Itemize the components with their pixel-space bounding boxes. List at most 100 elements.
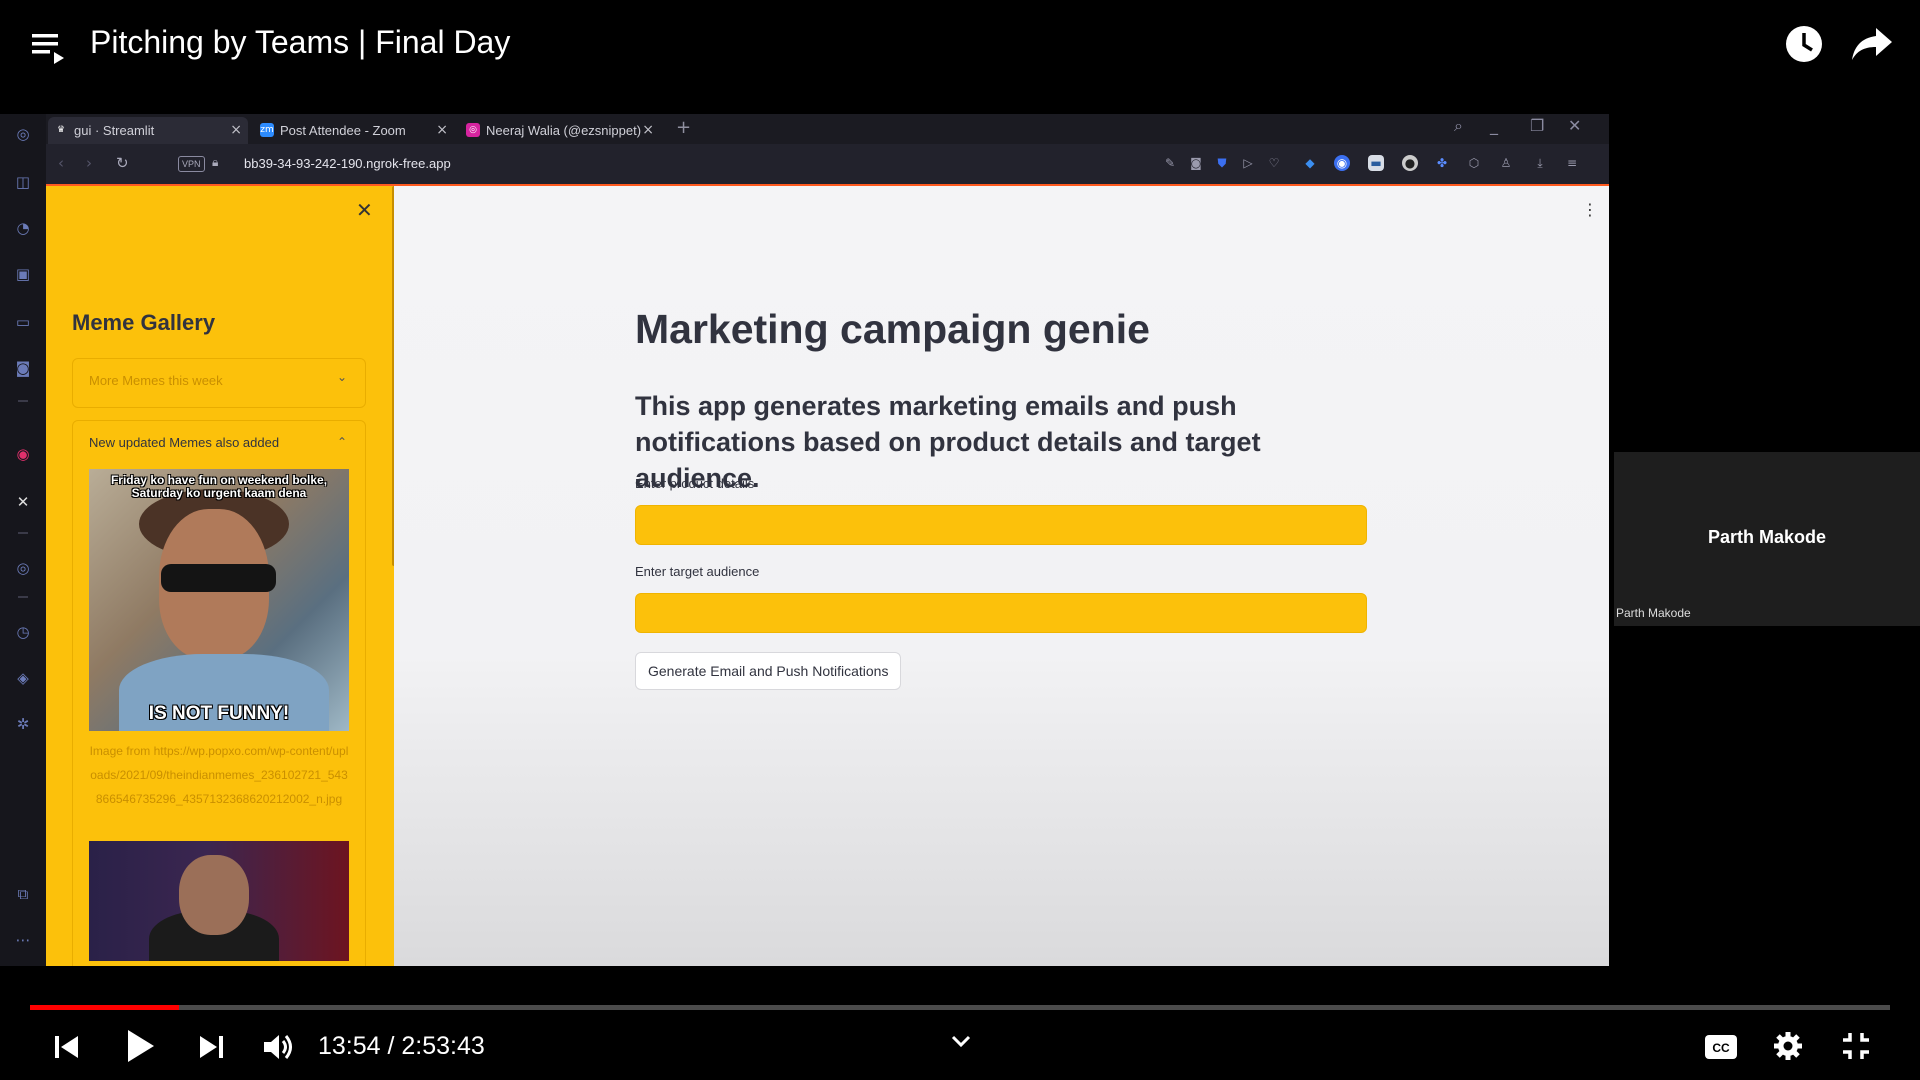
play-icon[interactable] (124, 1028, 156, 1064)
tab-title: Neeraj Walia (@ezsnippet) (486, 123, 642, 138)
watch-later-icon[interactable] (1784, 24, 1824, 64)
volume-icon[interactable] (262, 1032, 296, 1062)
target-audience-label: Enter target audience (635, 564, 760, 579)
camera-icon[interactable]: ◙ (1188, 155, 1204, 171)
profile-icon[interactable]: ♙ (1498, 155, 1514, 171)
extension-window-icon[interactable]: ▬ (1368, 155, 1384, 171)
chevron-down-icon: ⌄ (336, 370, 347, 384)
close-tab-icon[interactable]: × (230, 117, 242, 144)
chevron-down-icon[interactable] (950, 1034, 972, 1048)
extension-puzzle-icon[interactable]: ✤ (1434, 155, 1450, 171)
playlist-icon[interactable] (30, 28, 70, 68)
progress-bar[interactable] (30, 1005, 1890, 1010)
meme-image-2 (89, 841, 349, 961)
gamepad-icon[interactable]: ◫ (13, 172, 33, 192)
meme2-head-shape (179, 855, 249, 935)
back-icon[interactable]: ‹ (58, 154, 64, 172)
tab-zoom[interactable]: zm Post Attendee - Zoom × (254, 117, 454, 144)
chevron-up-icon: ⌃ (336, 435, 347, 449)
next-icon[interactable] (196, 1032, 226, 1062)
speed-dial-icon[interactable]: ◔ (13, 218, 33, 238)
discord-icon[interactable]: ◙ (13, 358, 33, 378)
time-display: 13:54 / 2:53:43 (318, 1032, 485, 1060)
twitch-icon[interactable]: ▭ (13, 312, 33, 332)
bag-icon[interactable]: ▣ (13, 264, 33, 284)
tab-streamlit[interactable]: ♛ gui · Streamlit × (48, 117, 248, 144)
extension-circle-icon[interactable]: ◉ (1334, 155, 1350, 171)
edit-icon[interactable]: ✎ (1162, 155, 1178, 171)
meme-caption: Image from https://wp.popxo.com/wp-conte… (89, 744, 349, 806)
expander-label: New updated Memes also added (89, 435, 280, 450)
expander-more-memes[interactable]: More Memes this week ⌄ (72, 358, 366, 408)
lock-icon[interactable]: 🔒︎ (212, 155, 218, 170)
streamlit-icon: ♛ (54, 123, 68, 137)
shield-icon[interactable]: ⛊ (1214, 155, 1230, 171)
history-icon[interactable]: ◷ (13, 622, 33, 642)
browser-sidebar: ◎ ◫ ◔ ▣ ▭ ◙ ◉ ✕ ◎ ◷ ◈ ✲ ⧉ ⋯ (0, 114, 46, 966)
close-sidebar-icon[interactable]: ✕ (356, 198, 373, 222)
sidebar-title: Meme Gallery (72, 310, 216, 335)
page-title: Marketing campaign genie (635, 306, 1150, 352)
meme-bottom-text: IS NOT FUNNY! (148, 703, 290, 724)
extension-dot-icon[interactable]: ● (1402, 155, 1418, 171)
address-bar: ‹ › ↻ VPN 🔒︎ bb39-34-93-242-190.ngrok-fr… (46, 144, 1609, 184)
instagram-icon[interactable]: ◉ (13, 444, 33, 464)
share-icon[interactable] (1850, 24, 1894, 64)
restore-icon[interactable]: ❐ (1530, 116, 1544, 135)
send-icon[interactable]: ▷ (1240, 155, 1256, 171)
video-top-bar: Pitching by Teams | Final Day (0, 0, 1920, 90)
participant-tile[interactable]: Parth Makode Parth Makode (1614, 452, 1920, 626)
shared-screen: ◎ ◫ ◔ ▣ ▭ ◙ ◉ ✕ ◎ ◷ ◈ ✲ ⧉ ⋯ ♛ gui · Stre… (0, 114, 1609, 966)
extensions-icon[interactable]: ⧉ (13, 884, 33, 904)
target-audience-input[interactable] (635, 593, 1367, 633)
video-title[interactable]: Pitching by Teams | Final Day (90, 24, 510, 61)
captions-icon[interactable]: CC (1704, 1034, 1738, 1060)
svg-text:CC: CC (1712, 1041, 1730, 1055)
expander-new-memes[interactable]: New updated Memes also added ⌃ Friday ko… (72, 420, 366, 966)
tab-instagram[interactable]: ◎ Neeraj Walia (@ezsnippet) × (460, 117, 660, 144)
player-icon[interactable]: ◎ (13, 558, 33, 578)
close-window-icon[interactable]: ✕ (1568, 116, 1581, 135)
heart-icon[interactable]: ♡ (1266, 155, 1282, 171)
meme-sunglasses-shape (161, 564, 276, 592)
expander-label: More Memes this week (89, 373, 223, 388)
extension-drop-icon[interactable]: ◆ (1302, 155, 1318, 171)
streamlit-sidebar: ✕ Meme Gallery More Memes this week ⌄ Ne… (46, 186, 394, 966)
forward-icon[interactable]: › (86, 154, 92, 172)
progress-played (30, 1005, 179, 1010)
settings-icon[interactable]: ✲ (13, 714, 33, 734)
participant-name: Parth Makode (1707, 527, 1827, 547)
new-tab-icon[interactable]: + (676, 117, 691, 138)
tab-bar: ♛ gui · Streamlit × zm Post Attendee - Z… (46, 114, 1609, 144)
x-icon[interactable]: ✕ (13, 492, 33, 512)
sidebar-scrollbar[interactable] (392, 186, 394, 566)
product-details-label: Enter product details (635, 476, 755, 491)
url-field[interactable]: bb39-34-93-242-190.ngrok-free.app (244, 156, 451, 171)
easy-setup-icon[interactable]: ≡ (1564, 155, 1580, 171)
cube-icon[interactable]: ◈ (13, 668, 33, 688)
close-tab-icon[interactable]: × (642, 117, 654, 144)
streamlit-page: ✕ Meme Gallery More Memes this week ⌄ Ne… (46, 186, 1609, 966)
generate-button[interactable]: Generate Email and Push Notifications (635, 652, 902, 690)
previous-icon[interactable] (52, 1032, 82, 1062)
rail-divider (18, 532, 28, 534)
product-details-input[interactable] (635, 505, 1367, 545)
tab-title: Post Attendee - Zoom (280, 123, 406, 138)
opera-logo-icon[interactable]: ◎ (13, 124, 33, 144)
vpn-badge[interactable]: VPN (178, 156, 205, 172)
settings-gear-icon[interactable] (1772, 1030, 1804, 1062)
instagram-icon: ◎ (466, 123, 480, 137)
more-icon[interactable]: ⋯ (13, 930, 33, 950)
meme-image: Friday ko have fun on weekend bolke, Sat… (89, 469, 349, 731)
zoom-icon: zm (260, 123, 274, 137)
reload-icon[interactable]: ↻ (116, 154, 129, 172)
exit-fullscreen-icon[interactable] (1840, 1030, 1872, 1062)
main-menu-icon[interactable]: ⋮ (1582, 200, 1598, 219)
close-tab-icon[interactable]: × (436, 117, 448, 144)
box-icon[interactable]: ⬡ (1466, 155, 1482, 171)
download-icon[interactable]: ⤓ (1532, 155, 1548, 171)
rail-divider (18, 400, 28, 402)
search-tabs-icon[interactable]: ⌕ (1454, 116, 1463, 136)
minimize-icon[interactable]: _ (1490, 116, 1498, 135)
participant-label: Parth Makode (1616, 606, 1691, 620)
